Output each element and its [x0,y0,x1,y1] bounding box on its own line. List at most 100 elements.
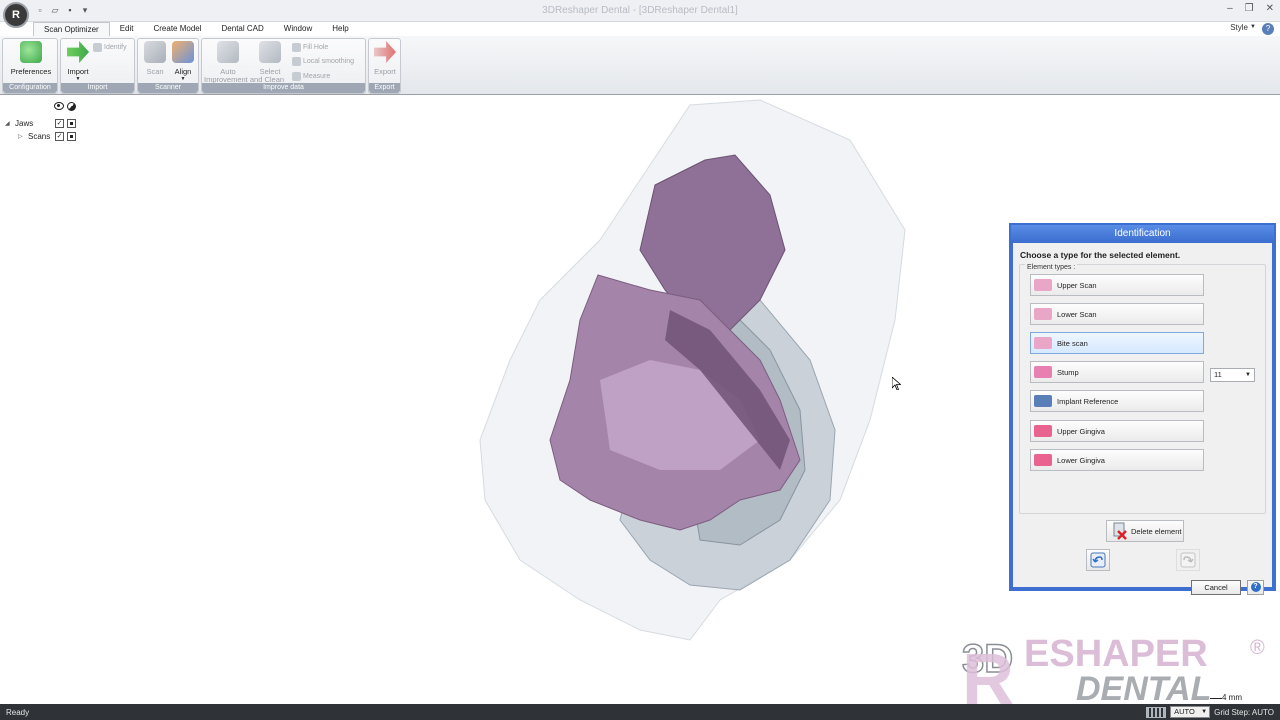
mouse-cursor-icon [892,377,901,390]
window-controls: – ❐ ✕ [1227,3,1274,14]
tree-node-scans[interactable]: ▷ Scans [18,132,50,141]
identify-button[interactable]: Identify [93,43,127,52]
grid-icon[interactable] [1146,706,1167,718]
expand-triangle-icon[interactable]: ◢ [5,120,15,127]
select-and-clean-icon [259,41,281,63]
tab-create-model[interactable]: Create Model [143,22,211,36]
element-type-bite-scan-button[interactable]: Bite scan [1030,332,1204,354]
stump-number-select[interactable]: 11 ▼ [1210,368,1255,382]
dialog-help-button[interactable]: ? [1247,580,1264,595]
scale-indicator: 4 mm [1210,693,1242,702]
element-type-upper-scan-button[interactable]: Upper Scan [1030,274,1204,296]
tooth-icon [1034,279,1052,291]
preferences-icon [20,41,42,63]
dialog-title: Identification [1011,225,1274,242]
element-types-label: Element types : [1025,264,1078,271]
element-type-lower-gingiva-button[interactable]: Lower Gingiva [1030,449,1204,471]
tooth-icon [1034,395,1052,407]
auto-improvement-icon [217,41,239,63]
grid-mode-select[interactable]: AUTO ▼ [1170,706,1211,718]
undo-button[interactable] [1086,549,1110,571]
group-label-export: Export [369,83,400,93]
app-window: ▫ ▱ ▪ ▾ 3DReshaper Dental - [3DReshaper … [0,0,1280,720]
title-bar: ▫ ▱ ▪ ▾ 3DReshaper Dental - [3DReshaper … [0,0,1280,22]
grid-controls: AUTO ▼ Grid Step: AUTO [1146,706,1274,718]
fill-hole-icon [292,43,301,52]
logo-registered-mark: ® [1250,637,1265,659]
tooth-icon [1034,425,1052,437]
chevron-down-icon: ▼ [1245,372,1251,378]
status-text: Ready [6,708,30,717]
align-icon [172,41,194,63]
jaws-mode-checkbox[interactable] [67,119,76,128]
tree-node-jaws[interactable]: ◢ Jaws [5,119,33,128]
close-icon[interactable]: ✕ [1266,3,1274,14]
minimize-icon[interactable]: – [1227,3,1233,14]
local-smoothing-icon [292,57,301,66]
export-button[interactable]: Export [371,41,399,76]
group-label-scanner: Scanner [138,83,198,93]
element-type-stump-button[interactable]: Stump [1030,361,1204,383]
element-type-implant-reference-button[interactable]: Implant Reference [1030,390,1204,412]
preferences-button[interactable]: Preferences [9,41,53,76]
group-label-import: Import [61,83,134,93]
align-button[interactable]: Align ▼ [170,41,196,82]
delete-icon [1113,522,1127,540]
scan-button[interactable]: Scan [142,41,168,76]
import-button[interactable]: Import ▼ [64,41,92,82]
logo-r-text: R [962,640,1014,704]
menu-tabs: Scan Optimizer Edit Create Model Dental … [0,22,359,36]
jaws-visible-checkbox[interactable]: ✓ [55,119,64,128]
tooth-icon [1034,454,1052,466]
help-icon[interactable]: ? [1262,23,1274,35]
align-dropdown-icon: ▼ [180,76,186,82]
fill-hole-button[interactable]: Fill Hole [292,43,328,52]
redo-icon [1180,552,1196,568]
tab-help[interactable]: Help [322,22,358,36]
scan-icon [144,41,166,63]
scans-visible-checkbox[interactable]: ✓ [55,132,64,141]
auto-improvement-button[interactable]: Auto [206,41,250,76]
element-type-upper-gingiva-button[interactable]: Upper Gingiva [1030,420,1204,442]
restore-icon[interactable]: ❐ [1245,3,1254,14]
visibility-eye-icon[interactable] [54,102,64,110]
group-scanner: Scan Align ▼ Scanner [137,38,199,94]
identification-dialog: Identification Choose a type for the sel… [1009,223,1276,595]
tab-edit[interactable]: Edit [110,22,144,36]
undo-icon [1090,552,1106,568]
select-and-clean-button[interactable]: Select [252,41,288,76]
measure-button[interactable]: Measure [292,72,330,81]
style-dropdown-icon[interactable]: ▼ [1250,24,1256,30]
export-icon [374,41,396,63]
group-import: Import ▼ Identify Import [60,38,135,94]
delete-element-button[interactable]: Delete element [1106,520,1184,542]
collapse-triangle-icon[interactable]: ▷ [18,133,28,140]
tree-header [54,102,76,111]
help-question-icon: ? [1250,582,1261,592]
cancel-button[interactable]: Cancel [1191,580,1241,595]
chevron-down-icon: ▼ [1201,709,1208,715]
identify-icon [93,43,102,52]
style-menu[interactable]: Style [1230,23,1248,32]
group-improve-data: Auto Select Improvement and Clean Fill H… [201,38,366,94]
display-mode-icon[interactable] [67,102,76,111]
tooth-icon [1034,337,1052,349]
local-smoothing-button[interactable]: Local smoothing [292,57,354,66]
scans-mode-checkbox[interactable] [67,132,76,141]
logo-eshaper-text: ESHAPER [1024,633,1208,675]
tab-scan-optimizer[interactable]: Scan Optimizer [33,22,110,36]
tab-window[interactable]: Window [274,22,322,36]
group-export: Export Export [368,38,401,94]
logo-dental-text: DENTAL [1076,670,1211,704]
measure-icon [292,72,301,81]
element-type-lower-scan-button[interactable]: Lower Scan [1030,303,1204,325]
tooth-icon [1034,366,1052,378]
dialog-prompt: Choose a type for the selected element. [1020,250,1181,260]
window-title: 3DReshaper Dental - [3DReshaper Dental1] [542,5,738,16]
group-label-improve-data: Improve data [202,83,365,93]
import-dropdown-icon: ▼ [75,76,81,82]
app-menu-logo[interactable]: R [3,2,29,28]
tab-dental-cad[interactable]: Dental CAD [212,22,274,36]
grid-step-text: Grid Step: AUTO [1214,707,1274,717]
redo-button[interactable] [1176,549,1200,571]
